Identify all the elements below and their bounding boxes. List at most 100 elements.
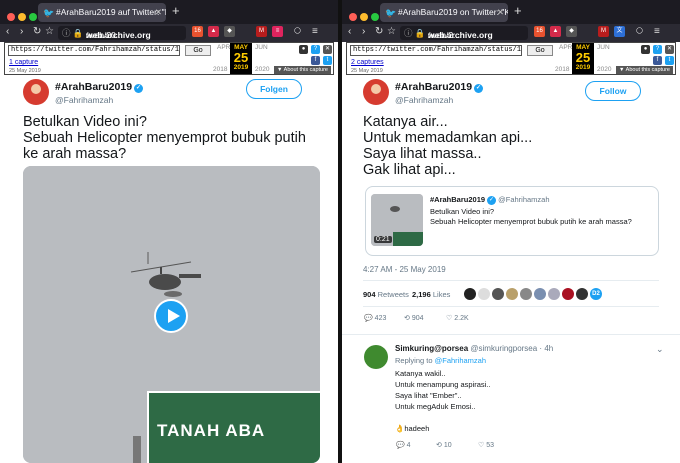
like-stats[interactable]: 2,196 Likes bbox=[412, 290, 450, 299]
wayback-close-icon[interactable]: ✕ bbox=[323, 45, 332, 54]
wayback-close-icon[interactable]: ✕ bbox=[665, 45, 674, 54]
retweet-action[interactable]: ⟲ 904 bbox=[404, 314, 424, 322]
liker-avatar[interactable] bbox=[492, 288, 504, 300]
mega-icon[interactable]: M bbox=[256, 26, 267, 37]
zoom-window-button[interactable] bbox=[29, 13, 37, 21]
close-tab-icon[interactable]: ✕ bbox=[497, 3, 504, 22]
wayback-go-button[interactable]: Go bbox=[527, 45, 553, 56]
liker-avatar[interactable] bbox=[464, 288, 476, 300]
quoted-tweet[interactable]: 0:21 #ArahBaru2019 ✓ @Fahrihamzah Betulka… bbox=[365, 186, 659, 256]
like-action[interactable]: ♡ 53 bbox=[478, 441, 494, 449]
reply-author[interactable]: Simkuring@porsea @simkuringporsea · 4h bbox=[395, 344, 553, 353]
liker-avatar[interactable] bbox=[478, 288, 490, 300]
facebook-icon[interactable]: f bbox=[311, 56, 320, 65]
url-bar[interactable]: ⓘ 🔒 web.archive.org/web/20... bbox=[58, 26, 186, 40]
reload-icon[interactable]: ↻ bbox=[375, 26, 383, 37]
site-info-icon[interactable]: ⓘ 🔒 bbox=[404, 26, 425, 40]
extension-icon[interactable]: ◆ bbox=[566, 26, 577, 37]
url-bar[interactable]: ⓘ 🔒 web.archive.org/web/2... bbox=[400, 26, 528, 40]
minimize-window-button[interactable] bbox=[360, 13, 368, 21]
liker-avatar[interactable] bbox=[506, 288, 518, 300]
prev-month-link[interactable]: APR bbox=[217, 44, 230, 51]
wayback-url-input[interactable]: https://twitter.com/Fahrihamzah/status/1… bbox=[350, 45, 522, 56]
wayback-go-button[interactable]: Go bbox=[185, 45, 211, 56]
minimize-window-button[interactable] bbox=[18, 13, 26, 21]
wayback-help-icon[interactable]: ? bbox=[311, 45, 320, 54]
play-button[interactable] bbox=[154, 299, 188, 333]
account-icon[interactable]: ◯ bbox=[634, 26, 645, 37]
follow-button[interactable]: Folgen bbox=[246, 79, 302, 99]
tweet-video[interactable]: TANAH ABA bbox=[23, 166, 320, 463]
bookmark-icon[interactable]: ☆ bbox=[45, 26, 54, 37]
extension-red-icon[interactable]: ▲ bbox=[550, 26, 561, 37]
brave-shield-icon[interactable]: 16 bbox=[534, 26, 545, 37]
site-info-icon[interactable]: ⓘ 🔒 bbox=[62, 26, 83, 40]
captures-link[interactable]: 2 captures bbox=[351, 59, 384, 66]
facebook-icon[interactable]: f bbox=[653, 56, 662, 65]
reply-avatar[interactable] bbox=[364, 345, 388, 369]
wayback-help-icon[interactable]: ? bbox=[653, 45, 662, 54]
browser-tab[interactable]: 🐦 #ArahBaru2019 auf Twitter: "Be ✕ bbox=[38, 3, 166, 22]
prev-month-link[interactable]: APR bbox=[559, 44, 572, 51]
follow-button[interactable]: Follow bbox=[585, 81, 641, 101]
about-capture-button[interactable]: ▼ About this capture bbox=[615, 66, 673, 74]
reload-icon[interactable]: ↻ bbox=[33, 26, 41, 37]
reply-action[interactable]: 💬 4 bbox=[396, 441, 411, 449]
close-window-button[interactable] bbox=[7, 13, 15, 21]
liker-avatar[interactable] bbox=[534, 288, 546, 300]
mega-icon[interactable]: M bbox=[598, 26, 609, 37]
translate-icon[interactable]: 文 bbox=[614, 26, 625, 37]
new-tab-button[interactable]: + bbox=[514, 3, 522, 18]
tweet-timestamp[interactable]: 4:27 AM - 25 May 2019 bbox=[363, 265, 446, 274]
brave-shield-icon[interactable]: 16 bbox=[192, 26, 203, 37]
wayback-url-input[interactable]: https://twitter.com/Fahrihamzah/status/1… bbox=[8, 45, 180, 56]
liker-avatar[interactable] bbox=[548, 288, 560, 300]
retweet-action[interactable]: ⟲ 10 bbox=[436, 441, 452, 449]
close-window-button[interactable] bbox=[349, 13, 357, 21]
browser-tab[interactable]: 🐦 #ArahBaru2019 on Twitter: "Kat ✕ bbox=[380, 3, 508, 22]
next-month-link[interactable]: JUN bbox=[597, 44, 610, 51]
liker-avatar[interactable] bbox=[576, 288, 588, 300]
wayback-account-icon[interactable]: ● bbox=[299, 45, 308, 54]
tweet-author-name[interactable]: #ArahBaru2019 ✓ bbox=[55, 81, 144, 93]
captures-link[interactable]: 1 capture bbox=[9, 59, 38, 66]
about-capture-button[interactable]: ▼ About this capture bbox=[273, 66, 331, 74]
retweet-stats[interactable]: 904 Retweets bbox=[363, 290, 409, 299]
avatar[interactable] bbox=[363, 79, 389, 105]
zoom-window-button[interactable] bbox=[371, 13, 379, 21]
tweet-author-handle[interactable]: @Fahrihamzah bbox=[395, 95, 453, 105]
close-tab-icon[interactable]: ✕ bbox=[155, 3, 162, 22]
replying-to-link[interactable]: @Fahrihamzah bbox=[435, 356, 486, 365]
extension-red-icon[interactable]: ▲ bbox=[208, 26, 219, 37]
liker-avatar[interactable] bbox=[520, 288, 532, 300]
liker-avatar[interactable] bbox=[562, 288, 574, 300]
next-year-link[interactable]: 2020 bbox=[255, 66, 269, 73]
new-tab-button[interactable]: + bbox=[172, 3, 180, 18]
chevron-down-icon[interactable]: ⌄ bbox=[656, 344, 664, 355]
next-month-link[interactable]: JUN bbox=[255, 44, 268, 51]
liker-avatar-more[interactable]: D2 bbox=[590, 288, 602, 300]
reply-action[interactable]: 💬 423 bbox=[364, 314, 386, 322]
tweet-author-handle[interactable]: @Fahrihamzah bbox=[55, 95, 113, 105]
quoted-video-thumbnail[interactable]: 0:21 bbox=[371, 194, 423, 246]
forward-icon[interactable]: › bbox=[362, 26, 365, 37]
menu-icon[interactable]: ≡ bbox=[312, 26, 318, 37]
back-icon[interactable]: ‹ bbox=[6, 26, 9, 37]
account-icon[interactable]: ◯ bbox=[292, 26, 303, 37]
next-year-link[interactable]: 2020 bbox=[597, 66, 611, 73]
extension-pink-icon[interactable]: ≡ bbox=[272, 26, 283, 37]
wayback-account-icon[interactable]: ● bbox=[641, 45, 650, 54]
prev-year-link[interactable]: 2018 bbox=[555, 66, 569, 73]
forward-icon[interactable]: › bbox=[20, 26, 23, 37]
extension-icon[interactable]: ◆ bbox=[224, 26, 235, 37]
menu-icon[interactable]: ≡ bbox=[654, 26, 660, 37]
prev-year-link[interactable]: 2018 bbox=[213, 66, 227, 73]
twitter-share-icon[interactable]: t bbox=[323, 56, 332, 65]
like-action[interactable]: ♡ 2.2K bbox=[446, 314, 469, 322]
retweet-count: 904 bbox=[411, 315, 424, 322]
twitter-share-icon[interactable]: t bbox=[665, 56, 674, 65]
bookmark-icon[interactable]: ☆ bbox=[387, 26, 396, 37]
back-icon[interactable]: ‹ bbox=[348, 26, 351, 37]
avatar[interactable] bbox=[23, 79, 49, 105]
tweet-author-name[interactable]: #ArahBaru2019 ✓ bbox=[395, 81, 484, 93]
